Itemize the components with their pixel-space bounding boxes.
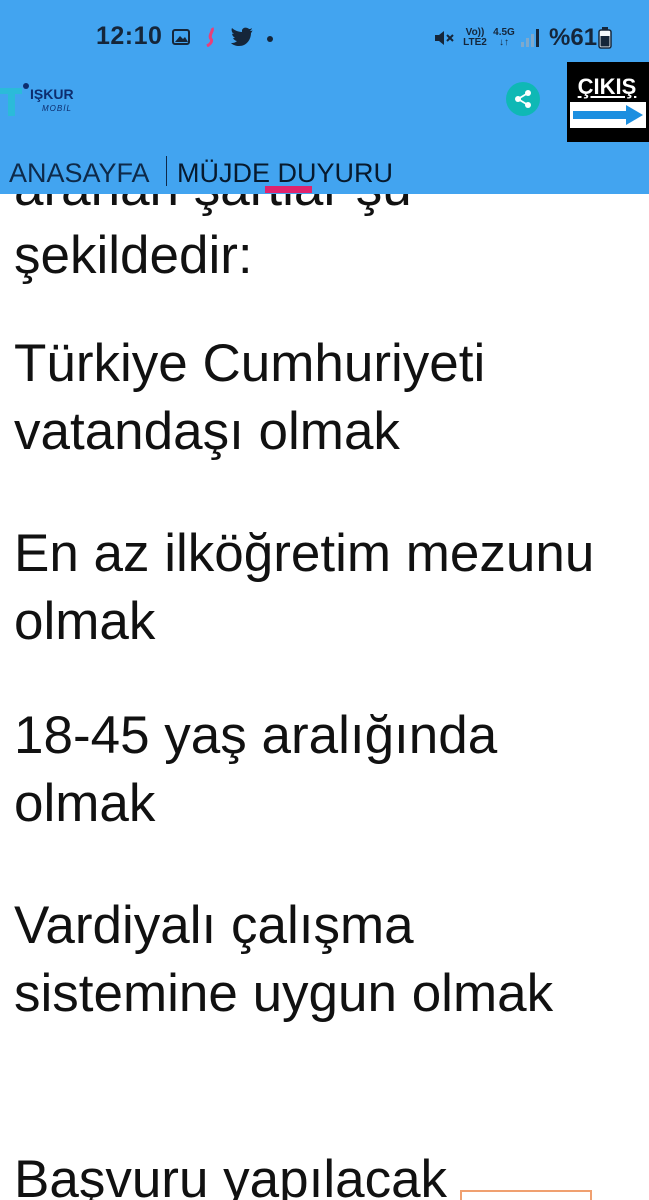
requirement-item: Vardiyalı çalışma sistemine uygun olmak: [14, 896, 554, 1023]
requirement-item: Türkiye Cumhuriyeti vatandaşı olmak: [14, 334, 486, 461]
battery-icon: [598, 27, 612, 49]
logo-name: IŞKUR: [30, 86, 74, 102]
notification-dot: [267, 36, 273, 42]
clipped-line: aranan şartlar şu: [14, 194, 634, 222]
tab-news[interactable]: MÜJDE DUYURU: [177, 158, 393, 189]
logo-mark-icon: [0, 83, 29, 116]
lead-text: şekildedir:: [14, 226, 253, 285]
app-header: IŞKUR MOBİL ÇIKIŞ ANASAYFA MÜJDE DUYURU: [0, 62, 649, 194]
iskur-logo[interactable]: IŞKUR MOBİL: [0, 72, 110, 122]
status-bar: 12:10 Vo)) LTE2 4.5G ↓↑ %61: [0, 0, 649, 62]
logo-subtitle: MOBİL: [42, 104, 72, 113]
exit-arrow-icon: [570, 102, 646, 128]
active-tab-indicator: [265, 186, 312, 193]
exit-button[interactable]: ÇIKIŞ: [567, 62, 649, 142]
article-body: aranan şartlar şu şekildedir: Türkiye Cu…: [0, 194, 649, 1200]
share-icon: [515, 90, 531, 108]
signal-icon: [521, 29, 539, 47]
twitter-icon: [231, 27, 253, 46]
share-button[interactable]: [506, 82, 540, 116]
network-label: 4.5G ↓↑: [493, 27, 515, 48]
tab-home[interactable]: ANASAYFA: [9, 158, 150, 189]
status-time: 12:10: [96, 22, 163, 50]
mute-icon: [435, 31, 454, 45]
gallery-icon: [172, 29, 190, 45]
tab-separator: [166, 156, 167, 186]
volte-label: Vo)) LTE2: [463, 27, 487, 48]
exit-label: ÇIKIŞ: [577, 74, 637, 99]
nav-tabs: ANASAYFA MÜJDE DUYURU: [0, 150, 649, 194]
battery-percent: %61: [549, 24, 598, 51]
requirement-item: En az ilköğretim mezunu olmak: [14, 524, 595, 651]
app-icon: [206, 27, 214, 47]
requirement-item: 18-45 yaş aralığında olmak: [14, 706, 498, 833]
ad-banner-edge[interactable]: [460, 1190, 592, 1200]
